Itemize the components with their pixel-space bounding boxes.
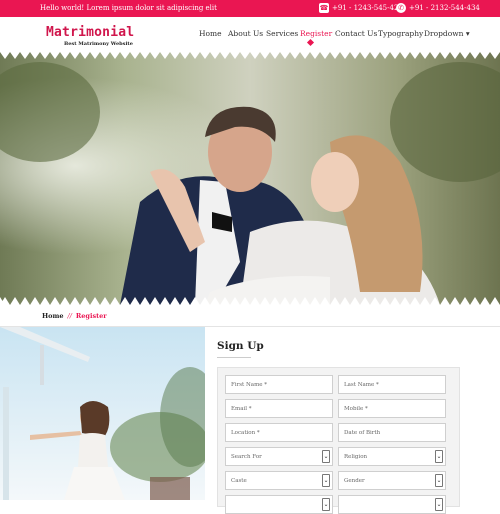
caste-label: Caste xyxy=(231,478,247,484)
whatsapp-icon: ✆ xyxy=(396,3,406,13)
hero-banner-image xyxy=(0,52,500,305)
whatsapp-contact[interactable]: ✆ +91 - 2132-544-434 xyxy=(396,3,480,13)
form-title: Sign Up xyxy=(217,340,264,352)
location-field[interactable]: Location * xyxy=(225,423,333,442)
phone-number: +91 - 1243-545-423 xyxy=(332,4,403,12)
religion-select[interactable]: Religion ⌄ xyxy=(338,447,446,466)
date-of-birth-field[interactable]: Date of Birth xyxy=(338,423,446,442)
nav-about-us[interactable]: About Us xyxy=(228,29,263,38)
breadcrumb-current: Register xyxy=(75,312,107,320)
phone-contact[interactable]: ☎ +91 - 1243-545-423 xyxy=(319,3,403,13)
breadcrumb-home[interactable]: Home xyxy=(42,312,64,320)
chevron-down-icon: ⌄ xyxy=(435,450,443,463)
nav-contact-us[interactable]: Contact Us xyxy=(335,29,377,38)
first-name-field[interactable]: First Name * xyxy=(225,375,333,394)
breadcrumb: Home//Register xyxy=(42,312,107,320)
top-bar-greeting: Hello world! Lorem ipsum dolor sit adipi… xyxy=(40,4,217,12)
nav-dropdown-label: Dropdown xyxy=(424,29,464,38)
chevron-down-icon: ⌄ xyxy=(435,474,443,487)
caste-select[interactable]: Caste ⌄ xyxy=(225,471,333,490)
mobile-field[interactable]: Mobile * xyxy=(338,399,446,418)
gender-select[interactable]: Gender ⌄ xyxy=(338,471,446,490)
chevron-down-icon: ⌄ xyxy=(322,474,330,487)
signup-form: First Name * Last Name * Email * Mobile … xyxy=(217,367,460,514)
search-for-label: Search For xyxy=(231,454,262,460)
nav-typography[interactable]: Typography xyxy=(378,29,423,38)
nav-home[interactable]: Home xyxy=(199,29,222,38)
form-title-underline xyxy=(217,357,251,358)
nav-services[interactable]: Services xyxy=(266,29,298,38)
form-next-select[interactable]: ⌄ xyxy=(338,495,446,514)
bride-photo xyxy=(0,327,205,500)
religion-label: Religion xyxy=(344,454,368,460)
breadcrumb-separator: // xyxy=(67,312,72,320)
main-navbar: Matrimonial Best Matrimony Website Home … xyxy=(0,17,500,52)
chevron-down-icon: ⌄ xyxy=(322,450,330,463)
form-next-select[interactable]: ⌄ xyxy=(225,495,333,514)
logo-tagline: Best Matrimony Website xyxy=(64,41,133,47)
last-name-field[interactable]: Last Name * xyxy=(338,375,446,394)
chevron-down-icon: ▾ xyxy=(465,29,470,38)
logo-title: Matrimonial xyxy=(46,25,135,40)
search-for-select[interactable]: Search For ⌄ xyxy=(225,447,333,466)
top-bar: Hello world! Lorem ipsum dolor sit adipi… xyxy=(0,0,500,17)
whatsapp-number: +91 - 2132-544-434 xyxy=(409,4,480,12)
nav-dropdown[interactable]: Dropdown ▾ xyxy=(424,29,470,38)
email-field[interactable]: Email * xyxy=(225,399,333,418)
gender-label: Gender xyxy=(344,478,365,484)
site-logo[interactable]: Matrimonial Best Matrimony Website xyxy=(46,25,134,47)
phone-icon: ☎ xyxy=(319,3,329,13)
nav-register[interactable]: Register xyxy=(300,29,332,38)
